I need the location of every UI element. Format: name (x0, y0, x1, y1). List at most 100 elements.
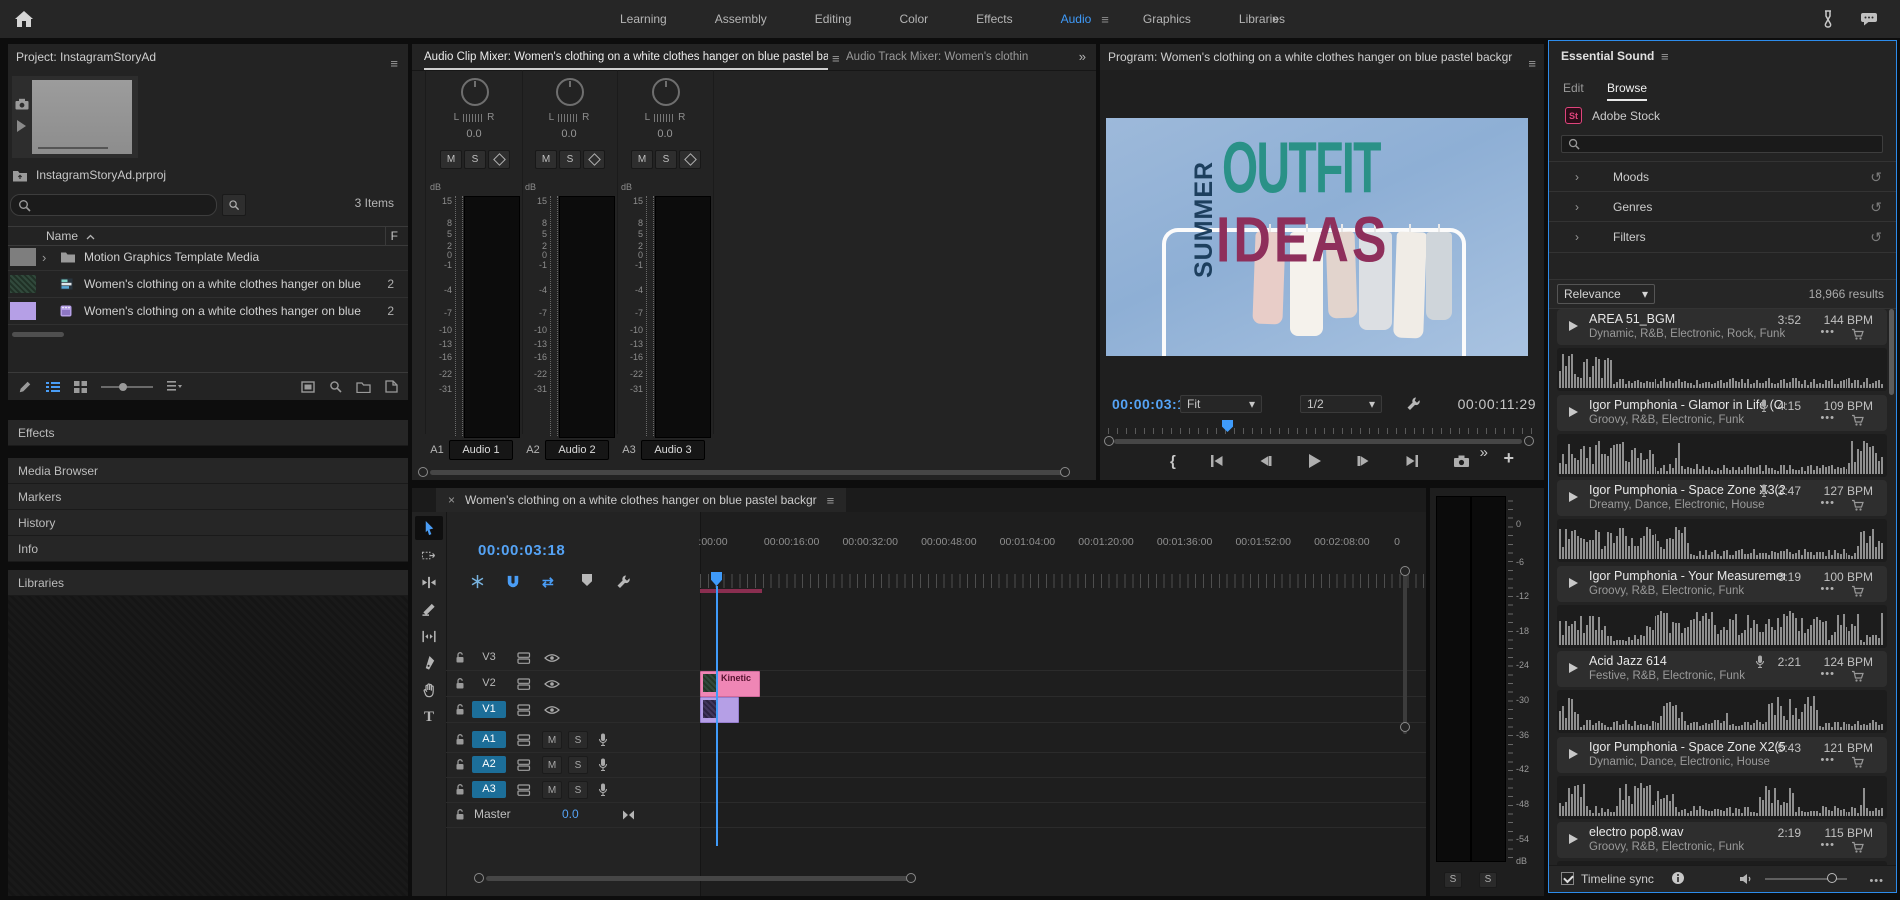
add-to-cart-icon[interactable] (1851, 756, 1865, 769)
mixer-panel-menu-icon[interactable]: ≡ (832, 51, 840, 66)
pen-tool[interactable] (415, 651, 443, 675)
more-options-button[interactable]: ••• (1820, 326, 1835, 338)
list-view-icon[interactable] (46, 381, 60, 393)
play-button[interactable] (1307, 453, 1322, 469)
button-editor-button[interactable]: + (1503, 448, 1514, 469)
program-scroll-knob-left[interactable] (1104, 436, 1114, 446)
camera-icon[interactable] (15, 98, 29, 110)
pan-knob[interactable] (652, 78, 680, 106)
zoom-slider[interactable] (101, 386, 153, 388)
feedback-button[interactable] (1860, 12, 1878, 26)
play-icon[interactable] (1569, 663, 1578, 673)
track-mic-icon[interactable] (598, 752, 608, 777)
program-panel-menu-icon[interactable]: ≡ (1528, 51, 1536, 77)
sort-dropdown[interactable]: Relevance ▾ (1557, 284, 1655, 304)
add-marker-button[interactable]: { (1170, 453, 1176, 470)
timeline-panel-menu-icon[interactable]: ≡ (827, 493, 835, 508)
panel-tab-info[interactable]: Info (8, 536, 408, 562)
tab-workspace-assembly[interactable]: Assembly (691, 0, 791, 38)
close-icon[interactable]: × (448, 493, 455, 507)
track-name-button[interactable]: Audio 3 (641, 440, 705, 460)
panel-tab-history[interactable]: History (8, 510, 408, 536)
find-icon[interactable] (329, 380, 342, 393)
resolution-dropdown[interactable]: 1/2▾ (1300, 395, 1382, 413)
track-row-a3[interactable]: A3MS (446, 777, 1426, 803)
reset-icon[interactable]: ↺ (1870, 199, 1882, 216)
add-to-cart-icon[interactable] (1851, 499, 1865, 512)
keyframe-button[interactable] (679, 150, 701, 169)
track-waveform[interactable] (1557, 690, 1887, 733)
beta-flask-button[interactable] (1820, 10, 1836, 28)
selection-tool[interactable] (415, 516, 443, 540)
reset-icon[interactable]: ↺ (1870, 169, 1882, 186)
track-target-v1[interactable]: V1 (472, 701, 506, 718)
timeline-settings-button[interactable] (616, 574, 631, 589)
add-to-cart-icon[interactable] (1851, 328, 1865, 341)
step-forward-button[interactable] (1356, 454, 1371, 468)
tab-workspace-graphics[interactable]: Graphics (1119, 0, 1215, 38)
tab-workspace-libraries[interactable]: Libraries (1215, 0, 1309, 38)
essential-sound-title[interactable]: Essential Sound (1561, 49, 1654, 63)
mixer-scroll-knob-left[interactable] (418, 467, 428, 477)
track-lock-icon[interactable] (454, 777, 466, 802)
project-hscrollbar[interactable] (12, 332, 64, 337)
mixer-scroll-knob-right[interactable] (1060, 467, 1070, 477)
track-mute-button[interactable]: M (542, 731, 562, 749)
more-options-button[interactable]: ••• (1820, 583, 1835, 595)
timeline-hscrollbar[interactable] (486, 876, 910, 881)
timeline-vscroll-knob-top[interactable] (1400, 566, 1410, 576)
track-lock-icon[interactable] (454, 671, 466, 696)
track-sync-icon[interactable] (516, 777, 532, 802)
footer-more-button[interactable]: ••• (1869, 875, 1884, 887)
stock-track-row[interactable]: electro pop8.wav2:19115 BPMGroovy, R&B, … (1557, 822, 1887, 858)
stock-track-row[interactable]: Acid Jazz 6142:21124 BPMFestive, R&B, El… (1557, 651, 1887, 687)
section-filters[interactable]: ›Filters↺ (1549, 221, 1896, 253)
volume-slider-knob[interactable] (1827, 873, 1837, 883)
add-to-cart-icon[interactable] (1851, 670, 1865, 683)
name-column-header[interactable]: Name (46, 229, 78, 243)
stock-track-row[interactable]: Igor Pumphonia - Your Measurement (O...3… (1557, 566, 1887, 602)
preview-volume-button[interactable] (1739, 873, 1753, 885)
stock-track-row[interactable]: Igor Pumphonia - Glamor in Life (Origi4:… (1557, 395, 1887, 431)
chevron-right-icon[interactable]: › (42, 250, 46, 265)
track-waveform[interactable] (1557, 605, 1887, 648)
new-item-icon[interactable] (385, 380, 398, 393)
mute-button[interactable]: M (535, 150, 557, 169)
track-sync-icon[interactable] (516, 671, 532, 696)
tab-workspace-effects[interactable]: Effects (952, 0, 1036, 38)
fit-dropdown[interactable]: Fit▾ (1180, 395, 1262, 413)
timeline-vscroll-knob-bottom[interactable] (1400, 722, 1410, 732)
track-lock-icon[interactable] (454, 727, 466, 752)
master-bowtie-icon[interactable] (622, 802, 635, 827)
automate-to-sequence-icon[interactable] (301, 381, 315, 393)
slip-tool[interactable] (415, 624, 443, 648)
tab-audio-track-mixer[interactable]: Audio Track Mixer: Women's clothin (846, 44, 1028, 70)
solo-left-button[interactable]: S (1444, 872, 1462, 888)
panel-tab-effects[interactable]: Effects (8, 420, 408, 446)
stock-search-input[interactable] (1561, 135, 1883, 153)
timeline-scroll-knob-right[interactable] (906, 873, 916, 883)
pan-knob[interactable] (556, 78, 584, 106)
play-icon[interactable] (1569, 749, 1578, 759)
track-row-v2[interactable]: V2 (446, 671, 1426, 697)
project-item-row[interactable]: Women's clothing on a white clothes hang… (8, 298, 408, 325)
track-lock-icon[interactable] (454, 802, 466, 827)
chevron-right-icon[interactable]: › (1575, 200, 1579, 214)
export-frame-button[interactable] (1453, 454, 1470, 468)
workspace-menu-icon[interactable]: ≡ (1101, 12, 1119, 27)
track-name-button[interactable]: Audio 1 (449, 440, 513, 460)
track-row-a1[interactable]: A1MS (446, 727, 1426, 753)
track-target-a3[interactable]: A3 (472, 781, 506, 798)
home-button[interactable] (14, 10, 54, 28)
clip-video[interactable] (700, 697, 739, 723)
chevron-right-icon[interactable]: › (1575, 170, 1579, 184)
track-solo-button[interactable]: S (568, 731, 588, 749)
more-options-button[interactable]: ••• (1820, 497, 1835, 509)
track-row-v3[interactable]: V3 (446, 645, 1426, 671)
keyframe-button[interactable] (583, 150, 605, 169)
preview-play-icon[interactable] (17, 120, 26, 132)
essential-sound-menu-icon[interactable]: ≡ (1661, 49, 1669, 64)
more-options-button[interactable]: ••• (1820, 412, 1835, 424)
more-options-button[interactable]: ••• (1820, 668, 1835, 680)
search-bin-button[interactable] (222, 194, 246, 216)
